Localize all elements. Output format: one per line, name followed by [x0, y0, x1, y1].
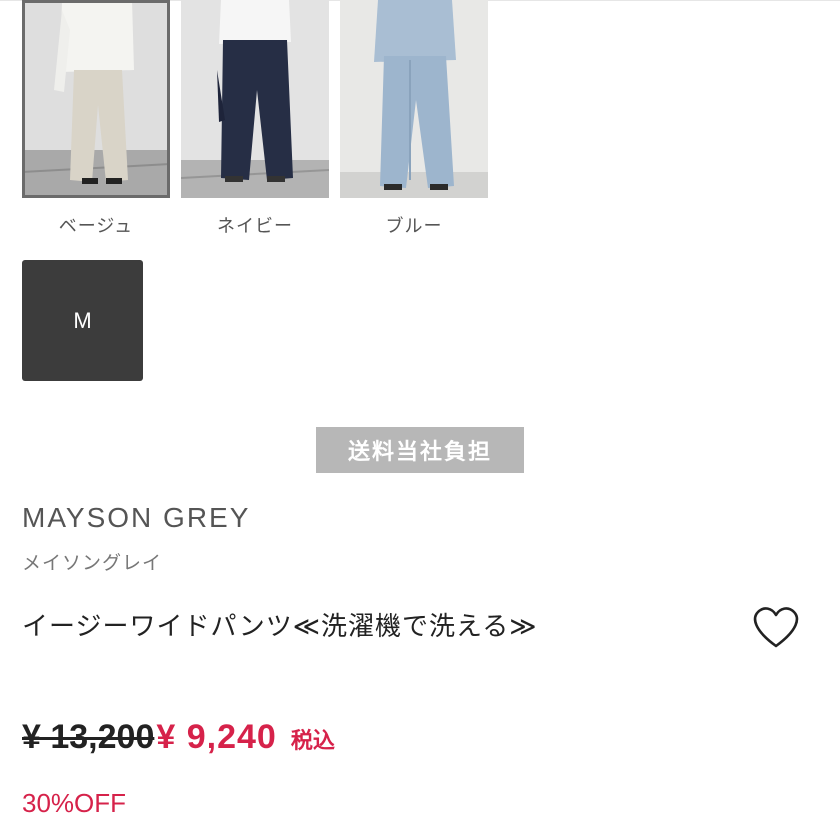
- color-swatch-beige[interactable]: [22, 0, 170, 198]
- original-price: ¥ 13,200: [22, 718, 155, 756]
- size-option-label: M: [73, 307, 92, 333]
- price-row: ¥ 13,200 ¥ 9,240 税込: [22, 718, 335, 757]
- product-photo-blue: [340, 0, 488, 198]
- free-shipping-badge: 送料当社負担: [316, 427, 524, 473]
- product-photo-navy: [181, 0, 329, 198]
- swatch-label-beige: ベージュ: [58, 216, 134, 237]
- brand-name[interactable]: MAYSON GREY: [22, 502, 250, 534]
- product-title: イージーワイドパンツ≪洗濯機で洗える≫: [22, 612, 538, 642]
- brand-name-kana: メイソングレイ: [22, 552, 163, 574]
- color-swatch-blue[interactable]: [340, 0, 488, 198]
- discount-label: 30%OFF: [22, 788, 127, 818]
- size-option-m[interactable]: M: [22, 260, 143, 381]
- swatch-label-navy: ネイビー: [217, 216, 293, 237]
- heart-outline-icon: [753, 607, 799, 648]
- color-swatch-navy[interactable]: [181, 0, 329, 198]
- sale-price: ¥ 9,240: [156, 718, 277, 756]
- tax-included-label: 税込: [290, 729, 335, 754]
- product-photo-beige: [22, 0, 170, 198]
- swatch-label-blue: ブルー: [385, 216, 443, 237]
- favorite-button[interactable]: [748, 602, 804, 652]
